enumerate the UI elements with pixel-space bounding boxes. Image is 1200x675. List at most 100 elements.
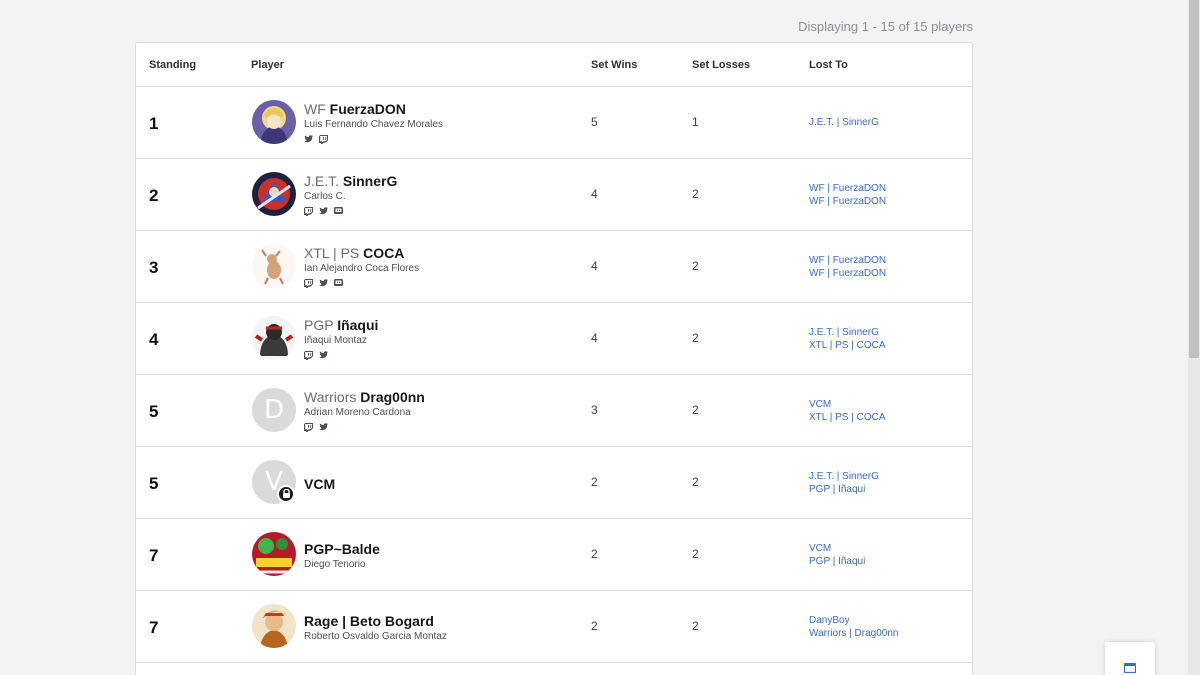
header-standing[interactable]: Standing — [149, 59, 196, 71]
header-player[interactable]: Player — [251, 59, 284, 71]
set-wins-value: 4 — [591, 259, 598, 273]
lost-to-link[interactable]: PGP | Iñaqui — [809, 555, 865, 568]
standing-value: 3 — [149, 258, 159, 277]
twitter-icon[interactable] — [319, 279, 328, 287]
set-wins-value: 2 — [591, 475, 598, 489]
player-real-name: Roberto Osvaldo Garcia Montaz — [304, 631, 447, 642]
table-row: 1 WF FuerzaDON Luis Fernando Chavez Mora… — [136, 87, 972, 159]
player-gamertag[interactable]: Warriors Drag00nn — [304, 388, 425, 406]
set-losses-value: 1 — [692, 115, 699, 129]
standings-table: Standing Player Set Wins Set Losses Lost… — [135, 42, 973, 675]
standing-value: 7 — [149, 546, 159, 565]
lock-icon — [277, 485, 295, 503]
avatar[interactable]: D — [252, 388, 296, 432]
player-gamertag[interactable]: VCM — [304, 475, 335, 493]
set-wins-value: 3 — [591, 403, 598, 417]
sponsor-prefix: Warriors — [304, 389, 357, 405]
twitch-icon[interactable] — [304, 278, 313, 288]
table-row: 7 Rage | Beto Bogard Roberto Osvaldo Gar… — [136, 591, 972, 663]
table-row: 3 XTL | PS COCA Ian Alejandro Coca Flore… — [136, 231, 972, 303]
twitch-icon[interactable] — [319, 134, 328, 144]
twitter-icon[interactable] — [319, 207, 328, 215]
player-gamertag[interactable]: XTL | PS COCA — [304, 244, 419, 262]
lost-to-link[interactable]: J.E.T. | SinnerG — [809, 116, 879, 129]
twitch-icon[interactable] — [304, 206, 313, 216]
player-real-name: Carlos C. — [304, 191, 346, 202]
twitch-icon[interactable] — [304, 350, 313, 360]
player-gamertag[interactable]: J.E.T. SinnerG — [304, 172, 397, 190]
lost-to-list: WF | FuerzaDON WF | FuerzaDON — [809, 254, 886, 280]
standing-value: 5 — [149, 474, 159, 493]
player-tag: Drag00nn — [360, 389, 425, 405]
twitch-icon[interactable] — [304, 422, 313, 432]
lost-to-link[interactable]: XTL | PS | COCA — [809, 411, 886, 424]
header-set-wins[interactable]: Set Wins — [591, 59, 637, 71]
lost-to-list: J.E.T. | SinnerG — [809, 116, 879, 129]
chat-widget-button[interactable] — [1105, 642, 1155, 675]
set-wins-value: 4 — [591, 331, 598, 345]
lost-to-link[interactable]: WF | FuerzaDON — [809, 195, 886, 208]
twitter-icon[interactable] — [304, 135, 313, 143]
lost-to-link[interactable]: Warriors | Drag00nn — [809, 627, 898, 640]
lost-to-link[interactable]: VCM — [809, 542, 865, 555]
sponsor-prefix: XTL | PS — [304, 245, 360, 261]
set-losses-value: 2 — [692, 547, 699, 561]
avatar[interactable] — [252, 316, 296, 360]
standing-value: 7 — [149, 618, 159, 637]
lost-to-link[interactable]: J.E.T. | SinnerG — [809, 326, 886, 339]
player-tag: PGP~Balde — [304, 541, 380, 557]
player-tag: FuerzaDON — [329, 101, 406, 117]
table-row: 4 PGP Iñaqui Iñaqui Montaz 4 2 J.E.T. | … — [136, 303, 972, 375]
player-real-name: Adrian Moreno Cardona — [304, 407, 411, 418]
player-gamertag[interactable]: WF FuerzaDON — [304, 100, 443, 118]
lost-to-link[interactable]: PGP | Iñaqui — [809, 483, 879, 496]
standing-value: 5 — [149, 402, 159, 421]
scrollbar-thumb[interactable] — [1189, 0, 1199, 358]
lost-to-list: WF | FuerzaDON WF | FuerzaDON — [809, 182, 886, 208]
table-row: 7 PGP~Balde Diego Tenorio 2 2 VCM PGP | … — [136, 519, 972, 591]
page-scrollbar[interactable] — [1188, 0, 1200, 675]
player-real-name: Diego Tenorio — [304, 559, 366, 570]
player-gamertag[interactable]: PGP Iñaqui — [304, 316, 378, 334]
lost-to-link[interactable]: J.E.T. | SinnerG — [809, 470, 879, 483]
player-tag: SinnerG — [342, 173, 398, 189]
standing-value: 2 — [149, 186, 159, 205]
player-tag: Rage | Beto Bogard — [304, 613, 434, 629]
player-gamertag[interactable]: Rage | Beto Bogard — [304, 612, 447, 630]
avatar[interactable] — [252, 100, 296, 144]
player-tag: Iñaqui — [337, 317, 379, 333]
player-real-name: Iñaqui Montaz — [304, 335, 367, 346]
lost-to-link[interactable]: DanyBoy — [809, 614, 898, 627]
avatar[interactable] — [252, 244, 296, 288]
lost-to-link[interactable]: VCM — [809, 398, 886, 411]
avatar[interactable] — [252, 604, 296, 648]
lost-to-list: DanyBoy Warriors | Drag00nn — [809, 614, 898, 640]
player-gamertag[interactable]: PGP~Balde — [304, 540, 380, 558]
lost-to-list: J.E.T. | SinnerG PGP | Iñaqui — [809, 470, 879, 496]
twitter-icon[interactable] — [319, 351, 328, 359]
sponsor-prefix: PGP — [304, 317, 334, 333]
lost-to-link[interactable]: WF | FuerzaDON — [809, 182, 886, 195]
header-lost-to[interactable]: Lost To — [809, 59, 848, 71]
set-wins-value: 5 — [591, 115, 598, 129]
header-set-losses[interactable]: Set Losses — [692, 59, 750, 71]
lost-to-list: VCM XTL | PS | COCA — [809, 398, 886, 424]
table-row: 5 D Warriors Drag00nn Adrian Moreno Card… — [136, 375, 972, 447]
lost-to-list: J.E.T. | SinnerG XTL | PS | COCA — [809, 326, 886, 352]
set-losses-value: 2 — [692, 259, 699, 273]
table-header: Standing Player Set Wins Set Losses Lost… — [136, 43, 972, 87]
discord-icon[interactable] — [334, 207, 343, 215]
discord-icon[interactable] — [334, 279, 343, 287]
lost-to-link[interactable]: XTL | PS | COCA — [809, 339, 886, 352]
sponsor-prefix: J.E.T. — [304, 173, 340, 189]
twitter-icon[interactable] — [319, 423, 328, 431]
lost-to-link[interactable]: WF | FuerzaDON — [809, 267, 886, 280]
avatar[interactable] — [252, 532, 296, 576]
lost-to-list: VCM PGP | Iñaqui — [809, 542, 865, 568]
chat-icon — [1123, 660, 1137, 675]
lost-to-link[interactable]: WF | FuerzaDON — [809, 254, 886, 267]
standing-value: 4 — [149, 330, 159, 349]
set-wins-value: 2 — [591, 619, 598, 633]
avatar[interactable] — [252, 172, 296, 216]
player-tag: VCM — [304, 476, 336, 492]
